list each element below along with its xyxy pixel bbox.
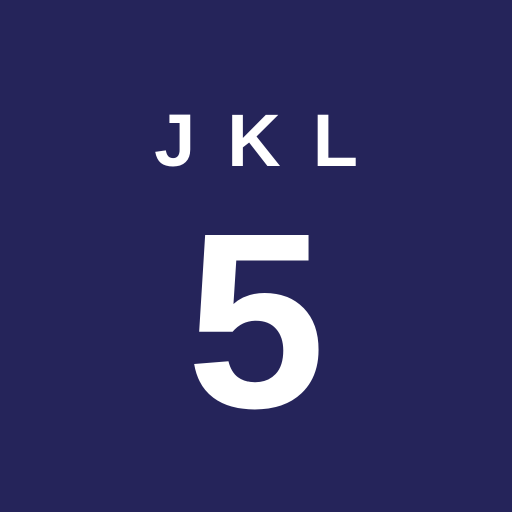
key-letters-label: JKL xyxy=(154,99,390,182)
key-digit-label: 5 xyxy=(186,181,326,460)
keypad-key-5[interactable]: JKL 5 xyxy=(0,0,512,512)
